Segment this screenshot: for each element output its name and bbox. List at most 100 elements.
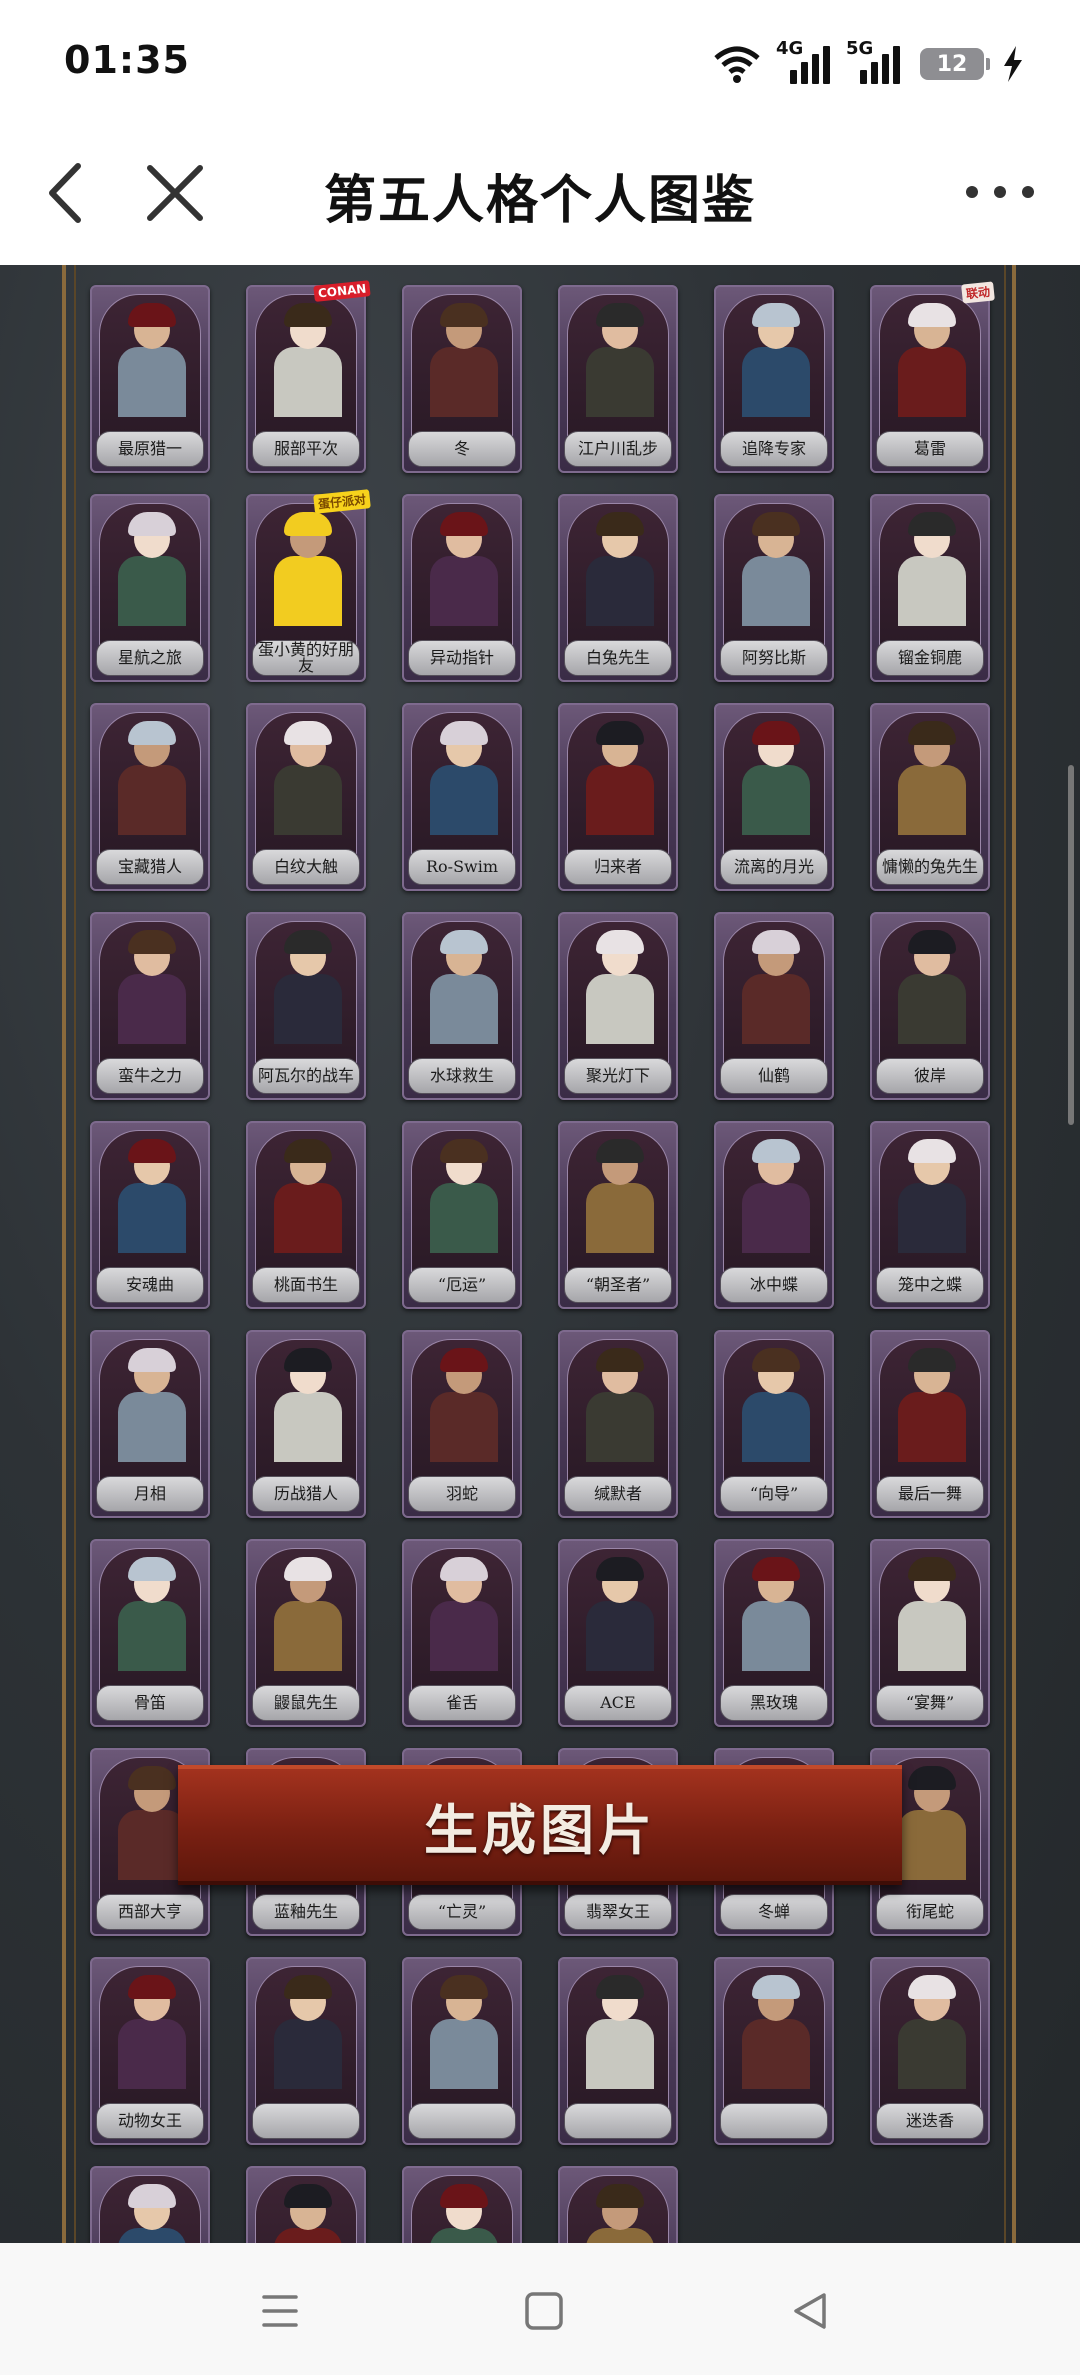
character-body: [586, 2019, 654, 2089]
skin-card[interactable]: 骨笛: [90, 1539, 210, 1727]
skin-card[interactable]: 雀舌: [402, 1539, 522, 1727]
character-hair: [596, 2184, 644, 2208]
frame-border-left: [62, 265, 66, 2243]
skin-name-label: 归来者: [564, 849, 672, 885]
generate-image-button[interactable]: 生成图片: [178, 1765, 902, 1885]
skin-portrait: [255, 1966, 357, 2113]
skin-card[interactable]: [246, 2166, 366, 2243]
skin-card[interactable]: 彼岸: [870, 912, 990, 1100]
skin-card[interactable]: 最原猎一: [90, 285, 210, 473]
skin-name-label: 江户川乱步: [564, 431, 672, 467]
skin-portrait: [567, 1130, 669, 1277]
character-body: [430, 2019, 498, 2089]
skin-card[interactable]: 异动指针: [402, 494, 522, 682]
skin-card[interactable]: 动物女王: [90, 1957, 210, 2145]
skin-card[interactable]: 蛮牛之力: [90, 912, 210, 1100]
character-hair: [596, 1139, 644, 1163]
skin-card[interactable]: 鼹鼠先生: [246, 1539, 366, 1727]
character-hair: [284, 512, 332, 536]
skin-name-label: 最后一舞: [876, 1476, 984, 1512]
skin-card[interactable]: 葛雷 联动: [870, 281, 995, 473]
skin-card[interactable]: 冬: [402, 285, 522, 473]
character-body: [274, 2228, 342, 2243]
skin-name-label: 镏金铜鹿: [876, 640, 984, 676]
character-body: [898, 1601, 966, 1671]
skin-name-label: 慵懒的兔先生: [876, 849, 984, 885]
skin-portrait: [411, 1966, 513, 2113]
skin-card[interactable]: 冰中蝶: [714, 1121, 834, 1309]
skin-card[interactable]: 月相: [90, 1330, 210, 1518]
skin-card[interactable]: “朝圣者”: [558, 1121, 678, 1309]
skin-portrait: [567, 712, 669, 859]
skin-card[interactable]: 黑玫瑰: [714, 1539, 834, 1727]
skin-card[interactable]: 镏金铜鹿: [870, 494, 990, 682]
skin-card[interactable]: 历战猎人: [246, 1330, 366, 1518]
skin-portrait: [567, 921, 669, 1068]
skin-card[interactable]: “向导”: [714, 1330, 834, 1518]
skin-card[interactable]: [90, 2166, 210, 2243]
skin-card[interactable]: [714, 1957, 834, 2145]
skin-card[interactable]: [402, 2166, 522, 2243]
skin-card[interactable]: 最后一舞: [870, 1330, 990, 1518]
skin-card[interactable]: 阿努比斯: [714, 494, 834, 682]
skin-card[interactable]: [558, 2166, 678, 2243]
skin-portrait: [99, 1548, 201, 1695]
character-body: [274, 2019, 342, 2089]
skin-card[interactable]: 星航之旅: [90, 494, 210, 682]
skin-card[interactable]: 服部平次 CONAN: [246, 280, 371, 473]
skin-name-label: [408, 2103, 516, 2139]
more-options-icon[interactable]: [960, 172, 1040, 212]
skin-card[interactable]: 聚光灯下: [558, 912, 678, 1100]
skin-card[interactable]: 仙鹤: [714, 912, 834, 1100]
page-title: 第五人格个人图鉴: [323, 171, 756, 231]
scrollbar[interactable]: [1068, 765, 1074, 1125]
skin-card[interactable]: 归来者: [558, 703, 678, 891]
skin-name-label: 衔尾蛇: [876, 1894, 984, 1930]
skin-card[interactable]: 缄默者: [558, 1330, 678, 1518]
character-body: [118, 2228, 186, 2243]
character-body: [742, 1601, 810, 1671]
character-body: [274, 556, 342, 626]
character-hair: [908, 512, 956, 536]
character-hair: [596, 930, 644, 954]
skin-card[interactable]: 阿瓦尔的战车: [246, 912, 366, 1100]
skin-card[interactable]: [402, 1957, 522, 2145]
character-body: [586, 765, 654, 835]
character-hair: [284, 303, 332, 327]
character-hair: [596, 512, 644, 536]
character-hair: [752, 721, 800, 745]
skin-card[interactable]: 桃面书生: [246, 1121, 366, 1309]
skin-card[interactable]: 白兔先生: [558, 494, 678, 682]
skin-portrait: [723, 921, 825, 1068]
character-hair: [128, 512, 176, 536]
skin-card[interactable]: 迷迭香: [870, 1957, 990, 2145]
skin-card[interactable]: 水球救生: [402, 912, 522, 1100]
skin-card[interactable]: 追降专家: [714, 285, 834, 473]
skin-card[interactable]: 流离的月光: [714, 703, 834, 891]
skin-portrait: [411, 503, 513, 650]
home-icon[interactable]: [520, 2289, 568, 2333]
skin-card[interactable]: 宝藏猎人: [90, 703, 210, 891]
skin-card[interactable]: 慵懒的兔先生: [870, 703, 990, 891]
skin-card[interactable]: “宴舞”: [870, 1539, 990, 1727]
skin-card[interactable]: 白纹大触: [246, 703, 366, 891]
skin-card[interactable]: “厄运”: [402, 1121, 522, 1309]
skin-card[interactable]: 蛋小黄的好朋友 蛋仔派对: [246, 489, 371, 682]
skin-card[interactable]: 安魂曲: [90, 1121, 210, 1309]
character-hair: [596, 1975, 644, 1999]
skin-gallery[interactable]: 最原猎一 服部平次 CONAN 冬 江户川乱步 追降专家 葛雷 联动星航之旅 蛋小黄的好朋友 蛋仔…: [0, 265, 1080, 2243]
skin-card[interactable]: 江户川乱步: [558, 285, 678, 473]
menu-icon[interactable]: [256, 2289, 304, 2333]
skin-card[interactable]: [558, 1957, 678, 2145]
skin-card[interactable]: Ro-Swim: [402, 703, 522, 891]
back-triangle-icon[interactable]: [786, 2289, 834, 2333]
character-body: [118, 1810, 186, 1880]
character-body: [118, 974, 186, 1044]
skin-card[interactable]: [246, 1957, 366, 2145]
skin-name-label: 白兔先生: [564, 640, 672, 676]
skin-card[interactable]: 羽蛇: [402, 1330, 522, 1518]
skin-card[interactable]: 笼中之蝶: [870, 1121, 990, 1309]
character-hair: [752, 1139, 800, 1163]
skin-card[interactable]: ACE: [558, 1539, 678, 1727]
character-hair: [284, 1557, 332, 1581]
